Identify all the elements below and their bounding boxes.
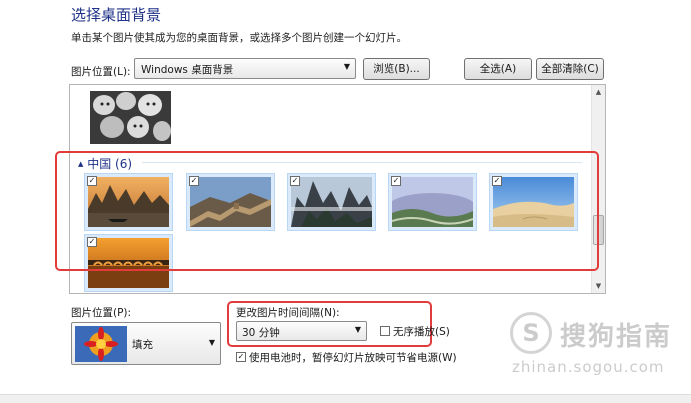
select-all-button[interactable]: 全选(A) <box>464 58 532 80</box>
battery-pause-label[interactable]: 使用电池时，暂停幻灯片放映可节省电源(W) <box>249 350 457 365</box>
highlight-box-china-group <box>55 151 599 271</box>
scroll-up-icon[interactable]: ▲ <box>592 85 605 99</box>
watermark-text: 搜狗指南 <box>560 322 673 352</box>
clear-all-button[interactable]: 全部清除(C) <box>536 58 604 80</box>
page-subtitle: 单击某个图片使其成为您的桌面背景，或选择多个图片创建一个幻灯片。 <box>71 32 407 44</box>
battery-pause-checkbox[interactable]: ✓ <box>236 352 246 362</box>
shuffle-label[interactable]: 无序播放(S) <box>393 324 450 339</box>
picture-position-dropdown[interactable]: 填充 ▼ <box>71 322 221 365</box>
watermark-url: zhinan.sogou.com <box>512 358 665 376</box>
browse-button[interactable]: 浏览(B)... <box>363 58 430 80</box>
sogou-watermark: S 搜狗指南 zhinan.sogou.com <box>510 312 680 382</box>
dropdown-arrow-icon: ▼ <box>343 62 350 71</box>
wallpaper-image <box>90 91 171 144</box>
picture-location-label: 图片位置(L): <box>71 66 131 78</box>
position-preview-image <box>75 326 127 362</box>
bottom-bar <box>0 394 691 403</box>
scroll-down-icon[interactable]: ▼ <box>592 279 605 293</box>
dropdown-arrow-icon: ▼ <box>208 338 215 347</box>
picture-position-value: 填充 <box>132 339 153 351</box>
picture-location-value: Windows 桌面背景 <box>141 64 234 76</box>
wallpaper-thumbnail-previous-group[interactable] <box>90 91 171 144</box>
picture-location-dropdown[interactable]: Windows 桌面背景 ▼ <box>134 58 356 79</box>
shuffle-checkbox[interactable] <box>380 326 390 336</box>
page-title: 选择桌面背景 <box>71 6 162 24</box>
picture-position-label: 图片位置(P): <box>71 307 132 319</box>
sogou-logo-icon: S <box>510 312 552 354</box>
